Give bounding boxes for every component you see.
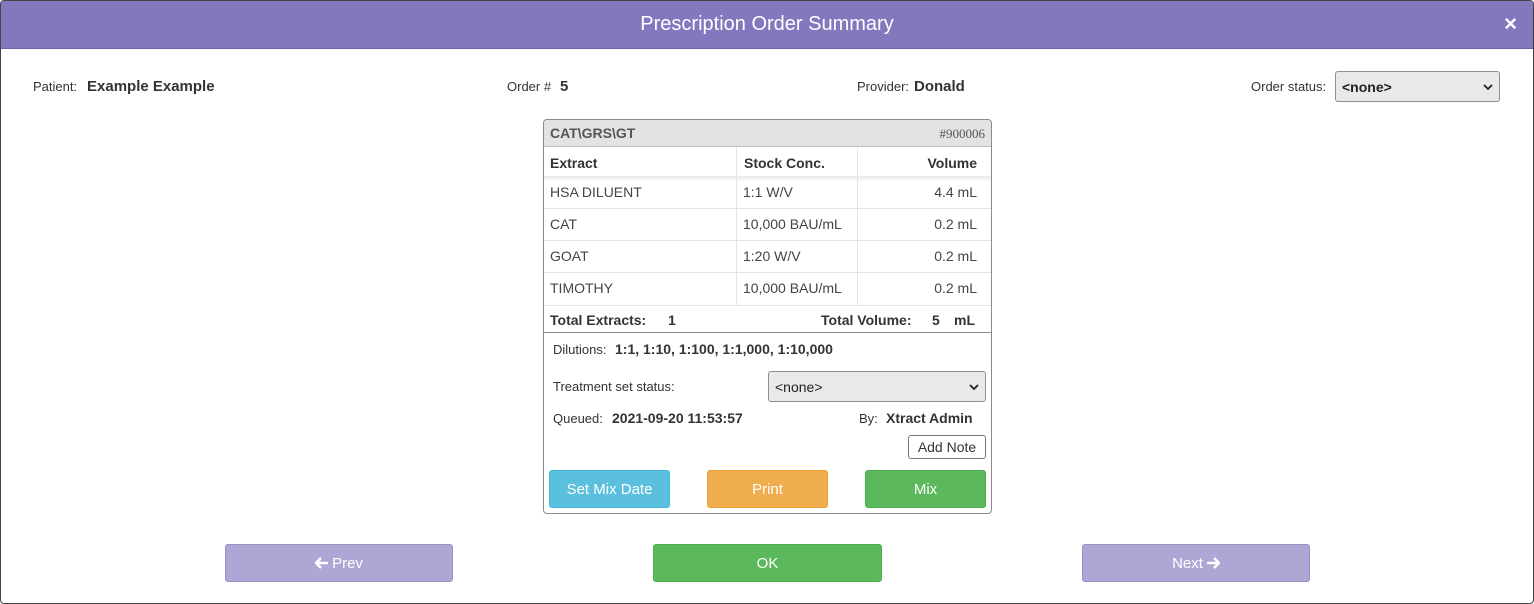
totals-row: Total Extracts: 1 Total Volume: 5 mL bbox=[544, 306, 991, 333]
next-label: Next bbox=[1172, 554, 1203, 572]
queued-value: 2021-09-20 11:53:57 bbox=[612, 410, 743, 426]
treatment-set-card: CAT\GRS\GT #900006 Extract Stock Conc. V… bbox=[543, 119, 992, 514]
arrow-right-icon bbox=[1206, 557, 1220, 569]
column-header-stock-conc: Stock Conc. bbox=[744, 155, 825, 171]
patient-value: Example Example bbox=[87, 78, 215, 95]
ok-button[interactable]: OK bbox=[653, 544, 882, 582]
treatment-status-value: <none> bbox=[775, 378, 823, 395]
column-header-extract: Extract bbox=[550, 155, 598, 171]
row-stock-conc: 1:20 W/V bbox=[743, 248, 801, 264]
total-volume-value: 5 bbox=[932, 312, 940, 328]
order-status-label: Order status: bbox=[1251, 79, 1327, 94]
card-header: CAT\GRS\GT #900006 bbox=[544, 120, 991, 147]
queued-by-label: By: bbox=[859, 411, 878, 426]
row-extract: HSA DILUENT bbox=[550, 184, 642, 200]
provider-label: Provider: bbox=[857, 79, 910, 94]
next-button[interactable]: Next bbox=[1082, 544, 1310, 582]
dilutions-value: 1:1, 1:10, 1:100, 1:1,000, 1:10,000 bbox=[615, 341, 833, 357]
row-stock-conc: 1:1 W/V bbox=[743, 184, 793, 200]
arrow-left-icon bbox=[315, 557, 329, 569]
table-row: GOAT 1:20 W/V 0.2 mL bbox=[544, 241, 991, 273]
set-mix-date-button[interactable]: Set Mix Date bbox=[549, 470, 670, 508]
row-stock-conc: 10,000 BAU/mL bbox=[743, 216, 842, 232]
queued-label: Queued: bbox=[553, 411, 603, 426]
order-number-label: Order # bbox=[507, 79, 552, 94]
order-status-select[interactable]: <none> bbox=[1335, 71, 1500, 102]
card-vial-id: #900006 bbox=[939, 126, 986, 141]
queued-by-value: Xtract Admin bbox=[886, 410, 973, 426]
chevron-down-icon bbox=[969, 383, 979, 390]
card-vial-name: CAT\GRS\GT bbox=[550, 125, 636, 141]
total-extracts-value: 1 bbox=[668, 312, 676, 328]
total-extracts-label: Total Extracts: bbox=[550, 312, 647, 328]
prescription-order-dialog: Prescription Order Summary × Patient: Ex… bbox=[0, 0, 1534, 604]
row-extract: GOAT bbox=[550, 248, 589, 264]
print-button[interactable]: Print bbox=[707, 470, 828, 508]
row-extract: TIMOTHY bbox=[550, 280, 613, 296]
row-volume: 0.2 mL bbox=[934, 280, 977, 296]
prev-button[interactable]: Prev bbox=[225, 544, 453, 582]
row-volume: 0.2 mL bbox=[934, 248, 977, 264]
order-number-value: 5 bbox=[560, 78, 569, 95]
column-header-volume: Volume bbox=[927, 155, 977, 171]
provider-value: Donald bbox=[914, 78, 965, 95]
total-volume-label: Total Volume: bbox=[821, 312, 912, 328]
treatment-status-label: Treatment set status: bbox=[553, 379, 675, 394]
order-status-value: <none> bbox=[1342, 78, 1392, 95]
mix-button[interactable]: Mix bbox=[865, 470, 986, 508]
row-stock-conc: 10,000 BAU/mL bbox=[743, 280, 842, 296]
table-row: HSA DILUENT 1:1 W/V 4.4 mL bbox=[544, 177, 991, 209]
chevron-down-icon bbox=[1483, 83, 1493, 90]
row-volume: 4.4 mL bbox=[934, 184, 977, 200]
table-row: CAT 10,000 BAU/mL 0.2 mL bbox=[544, 209, 991, 241]
patient-label: Patient: bbox=[33, 79, 78, 94]
dialog-title-bar: Prescription Order Summary × bbox=[1, 1, 1533, 49]
add-note-button[interactable]: Add Note bbox=[908, 435, 986, 459]
row-volume: 0.2 mL bbox=[934, 216, 977, 232]
prev-label: Prev bbox=[332, 554, 363, 572]
dialog-title: Prescription Order Summary bbox=[640, 13, 894, 35]
total-volume-unit: mL bbox=[954, 312, 975, 328]
row-extract: CAT bbox=[550, 216, 577, 232]
close-icon[interactable]: × bbox=[1504, 13, 1517, 35]
treatment-status-select[interactable]: <none> bbox=[768, 371, 986, 402]
table-row: TIMOTHY 10,000 BAU/mL 0.2 mL bbox=[544, 273, 991, 306]
dilutions-label: Dilutions: bbox=[553, 342, 607, 357]
